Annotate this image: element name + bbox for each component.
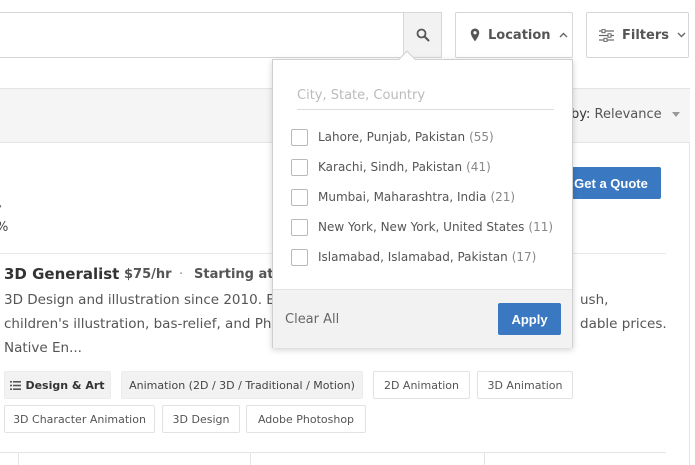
checkbox[interactable] bbox=[291, 188, 308, 206]
tag-label: 3D Animation bbox=[487, 378, 563, 392]
checkbox[interactable] bbox=[291, 218, 308, 236]
search-button[interactable] bbox=[403, 12, 442, 58]
location-option-count: (21) bbox=[490, 190, 516, 204]
location-option[interactable]: Karachi, Sindh, Pakistan (41) bbox=[291, 157, 491, 177]
checkbox[interactable] bbox=[291, 248, 308, 266]
tag-design-art[interactable]: Design & Art bbox=[4, 371, 111, 399]
divider bbox=[250, 453, 251, 465]
tag-2d-animation[interactable]: 2D Animation bbox=[373, 371, 470, 399]
location-option-label: New York, New York, United States bbox=[318, 220, 525, 234]
chevron-down-icon bbox=[677, 32, 686, 38]
card-left-fragment: , bbox=[0, 196, 2, 211]
list-icon bbox=[10, 380, 22, 390]
filters-button-label: Filters bbox=[622, 27, 669, 43]
search-icon bbox=[416, 28, 429, 42]
listing-description-line: 3D Design and illustration since 2010. E… bbox=[4, 292, 283, 308]
location-button-label: Location bbox=[488, 27, 551, 43]
divider bbox=[0, 452, 666, 453]
chevron-up-icon bbox=[559, 32, 568, 38]
location-option-count: (11) bbox=[528, 220, 554, 234]
location-option-count: (41) bbox=[466, 160, 491, 174]
location-option[interactable]: Lahore, Punjab, Pakistan (55) bbox=[291, 127, 494, 147]
location-option-count: (55) bbox=[469, 130, 494, 144]
sort-dropdown[interactable]: by: Relevance bbox=[571, 107, 680, 122]
divider bbox=[484, 453, 485, 465]
location-option-label: Mumbai, Maharashtra, India bbox=[318, 190, 487, 204]
search-input[interactable] bbox=[0, 12, 442, 58]
tag-label: 3D Character Animation bbox=[13, 412, 146, 426]
location-option-label: Lahore, Punjab, Pakistan bbox=[318, 130, 466, 144]
apply-button[interactable]: Apply bbox=[498, 303, 561, 335]
checkbox[interactable] bbox=[291, 158, 308, 176]
tag-adobe-photoshop[interactable]: Adobe Photoshop bbox=[246, 405, 366, 433]
tag-label: 2D Animation bbox=[383, 378, 460, 392]
location-option[interactable]: Islamabad, Islamabad, Pakistan (17) bbox=[291, 247, 536, 267]
map-pin-icon bbox=[470, 28, 480, 42]
sort-value: Relevance bbox=[594, 107, 662, 122]
location-option-label: Karachi, Sindh, Pakistan bbox=[318, 160, 463, 174]
card-left-fragment: % bbox=[0, 220, 8, 235]
listing-rate: $75/hr bbox=[124, 267, 172, 282]
get-a-quote-button[interactable]: Get a Quote bbox=[561, 167, 661, 199]
tag-label: Adobe Photoshop bbox=[257, 412, 355, 426]
location-dropdown: Lahore, Punjab, Pakistan (55) Karachi, S… bbox=[272, 50, 573, 348]
tag-animation-category[interactable]: Animation (2D / 3D / Traditional / Motio… bbox=[121, 371, 363, 399]
tag-label: 3D Design bbox=[172, 412, 230, 426]
tag-3d-animation[interactable]: 3D Animation bbox=[477, 371, 573, 399]
listing-title[interactable]: 3D Generalist bbox=[4, 265, 119, 283]
listing-description-line: children's illustration, bas-relief, and… bbox=[4, 316, 280, 332]
tag-label: Animation (2D / 3D / Traditional / Motio… bbox=[129, 378, 355, 392]
location-button[interactable]: Location bbox=[455, 12, 573, 58]
location-option[interactable]: Mumbai, Maharashtra, India (21) bbox=[291, 187, 515, 207]
location-option[interactable]: New York, New York, United States (11) bbox=[291, 217, 553, 237]
listing-description-tail: dable prices. bbox=[580, 316, 667, 332]
separator-dot: · bbox=[179, 267, 184, 282]
location-option-label: Islamabad, Islamabad, Pakistan bbox=[318, 250, 508, 264]
tag-label: Design & Art bbox=[25, 378, 105, 392]
sort-prefix: by: bbox=[571, 107, 591, 122]
tag-3d-design[interactable]: 3D Design bbox=[162, 405, 240, 433]
caret-down-icon bbox=[671, 112, 680, 117]
tag-3d-character-animation[interactable]: 3D Character Animation bbox=[4, 405, 155, 433]
divider bbox=[18, 453, 19, 465]
filters-button[interactable]: Filters bbox=[586, 12, 689, 58]
location-option-count: (17) bbox=[511, 250, 537, 264]
listing-description-line: Native En... bbox=[4, 340, 82, 356]
clear-all-link[interactable]: Clear All bbox=[285, 312, 339, 327]
sliders-icon bbox=[599, 28, 614, 42]
page: Location Filters by: Relevance , % Get a… bbox=[0, 0, 695, 465]
city-state-country-input[interactable] bbox=[297, 82, 554, 110]
listing-description-tail: ush, bbox=[580, 292, 609, 308]
checkbox[interactable] bbox=[291, 128, 308, 146]
dropdown-footer: Clear All Apply bbox=[273, 289, 572, 348]
